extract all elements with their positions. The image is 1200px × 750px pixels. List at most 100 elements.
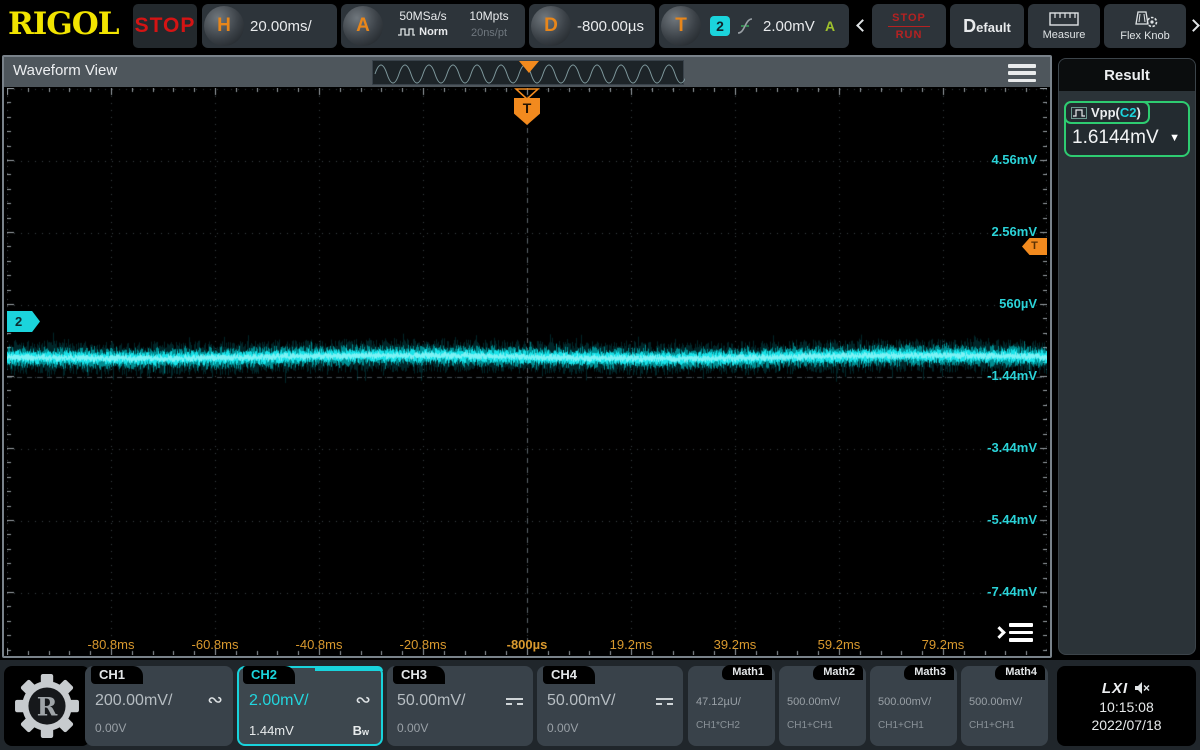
ac-coupling-icon: ∾ [207,696,223,706]
x-axis-label: 19.2ms [591,637,671,652]
result-panel-title: Result [1059,59,1195,91]
square-wave-icon [398,27,416,37]
dc-coupling-icon [656,698,673,705]
run-label: RUN [896,29,923,41]
trigger-source-badge: 2 [710,16,730,36]
memory-depth: 10Mpts [459,9,519,23]
graticule-area: 4.56mV 2.56mV 560µV -1.44mV -3.44mV -5.4… [7,88,1047,655]
ch2-tab: CH2 [243,666,295,684]
math-card-math3[interactable]: Math3 500.00mV/ CH1+CH1 [870,666,957,746]
waveform-view-panel: Waveform View 4.56mV 2.56mV 560µV -1.44m… [2,55,1052,658]
math-card-math1[interactable]: Math1 47.12µU/ CH1*CH2 [688,666,775,746]
channel-card-ch1[interactable]: CH1 200.00mV/∾ 0.00V [85,666,233,746]
y-axis-label: -7.44mV [967,584,1037,599]
ch4-tab: CH4 [543,666,595,684]
ch1-tab: CH1 [91,666,143,684]
math2-scale: 500.00mV/ [787,696,840,708]
math3-scale: 500.00mV/ [878,696,931,708]
measurement-tab: Vpp(C2) [1064,101,1150,124]
math1-expression: CH1*CH2 [696,720,740,731]
delay-knob[interactable]: D [531,6,571,46]
y-axis-label: 560µV [967,296,1037,311]
channel-card-ch4[interactable]: CH4 50.00mV/ 0.00V [537,666,683,746]
stop-run-button[interactable]: STOP RUN [872,4,946,48]
toolbar-scroll-left-icon[interactable] [856,19,869,32]
measure-label: Measure [1043,29,1086,41]
vpp-pulse-icon [1071,107,1087,119]
ch3-scale: 50.00mV/ [397,692,465,710]
delay-settings-group[interactable]: D -800.00µs [529,4,655,48]
math-card-math2[interactable]: Math2 500.00mV/ CH1+CH1 [779,666,866,746]
ch2-active-underline [315,666,383,671]
toolbar-scroll-right-icon[interactable] [1187,19,1200,32]
measurement-value: 1.6144mV [1072,127,1159,149]
math3-tab: Math3 [904,665,954,680]
y-axis-label: -3.44mV [967,440,1037,455]
acq-mode: Norm [419,26,448,38]
system-status-box[interactable]: LXI 10:15:08 2022/07/18 [1057,666,1196,746]
knob-icon [1132,10,1158,28]
horizontal-knob[interactable]: H [204,6,244,46]
lxi-logo: LXI [1102,680,1128,697]
bottom-bar: R CH1 200.00mV/∾ 0.00V CH2 2.00mV/∾ 1.44… [0,660,1200,750]
default-button[interactable]: Default [950,4,1024,48]
nav-trigger-position-icon[interactable] [519,61,539,73]
ac-coupling-icon: ∾ [355,696,371,706]
stop-label: STOP [892,12,926,24]
measure-button[interactable]: Measure [1028,4,1100,48]
ch2-offset: 1.44mV [249,723,294,738]
rigol-logo: RIGOL [8,6,119,42]
measurement-card-vpp[interactable]: Vpp(C2) 1.6144mV ▼ [1064,101,1190,157]
ch3-tab: CH3 [393,666,445,684]
top-bar: RIGOL STOP H 20.00ms/ A 50MSa/s Norm 10M… [0,0,1200,53]
oscilloscope-screen: RIGOL STOP H 20.00ms/ A 50MSa/s Norm 10M… [0,0,1200,750]
acquisition-knob[interactable]: A [343,6,383,46]
x-axis-label: -20.8ms [383,637,463,652]
waveform-menu-icon[interactable] [1008,64,1036,82]
x-axis-label: -40.8ms [279,637,359,652]
flex-knob-label: Flex Knob [1120,30,1170,42]
ch4-scale: 50.00mV/ [547,692,615,710]
x-axis-label: 39.2ms [695,637,775,652]
chevron-down-icon[interactable]: ▼ [1169,132,1180,144]
math3-expression: CH1+CH1 [878,720,924,731]
flex-knob-button[interactable]: Flex Knob [1104,4,1186,48]
trigger-settings-group[interactable]: T 2 2.00mV A [659,4,849,48]
math2-tab: Math2 [813,665,863,680]
ruler-icon [1049,12,1079,26]
y-axis-label: 2.56mV [967,224,1037,239]
gear-icon: R [14,673,80,739]
graticule-menu-icon[interactable] [995,623,1033,642]
channel-card-ch3[interactable]: CH3 50.00mV/ 0.00V [387,666,533,746]
trigger-knob[interactable]: T [661,6,701,46]
ch1-offset: 0.00V [95,721,126,735]
sample-interval: 20ns/pt [459,27,519,39]
ch4-offset: 0.00V [547,721,578,735]
trigger-level-value: 2.00mV [763,4,815,48]
horizontal-settings-group[interactable]: H 20.00ms/ [202,4,337,48]
math4-scale: 500.00mV/ [969,696,1022,708]
svg-text:R: R [37,692,58,721]
rigol-gear-logo[interactable]: R [4,666,90,746]
y-axis-label: 4.56mV [967,152,1037,167]
acquisition-settings-group[interactable]: A 50MSa/s Norm 10Mpts 20ns/pt [341,4,525,48]
result-panel: Result Vpp(C2) 1.6144mV ▼ [1058,58,1196,655]
rising-edge-icon [735,15,759,37]
horizontal-navigation-strip[interactable] [372,60,684,85]
x-axis-label: 59.2ms [799,637,879,652]
waveform-trace-canvas [7,88,1047,655]
x-axis-label: -60.8ms [175,637,255,652]
math4-expression: CH1+CH1 [969,720,1015,731]
system-date: 2022/07/18 [1091,717,1161,733]
bandwidth-limit-label: Bw [353,723,369,738]
dc-coupling-icon [506,698,523,705]
channel-card-ch2[interactable]: CH2 2.00mV/∾ 1.44mVBw [237,666,383,746]
measurement-name-close: ) [1137,105,1141,120]
math-card-math4[interactable]: Math4 500.00mV/ CH1+CH1 [961,666,1048,746]
ch3-offset: 0.00V [397,721,428,735]
x-axis-label: -80.8ms [71,637,151,652]
trigger-sweep-mode: A [825,4,835,48]
math1-scale: 47.12µU/ [696,696,741,708]
run-state-indicator[interactable]: STOP [133,4,197,48]
divider [888,26,930,27]
